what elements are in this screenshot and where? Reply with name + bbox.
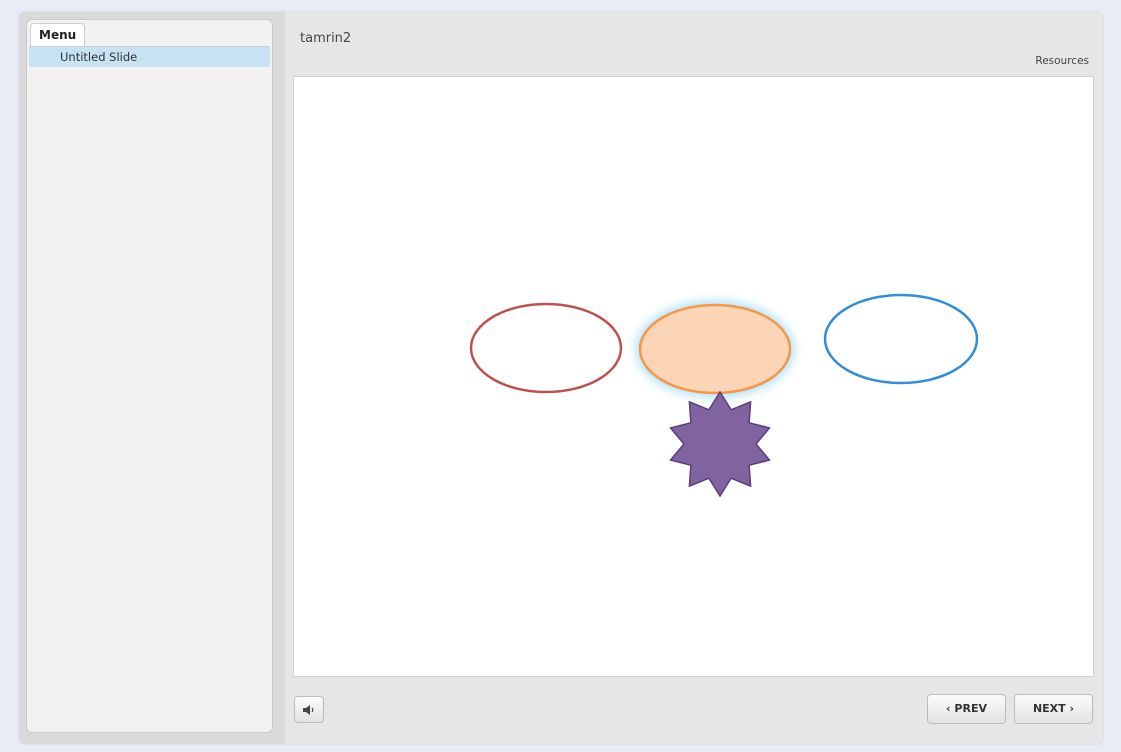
- chevron-left-icon: ‹: [946, 702, 951, 715]
- slide-shapes: [469, 293, 979, 498]
- slide-canvas: [293, 76, 1094, 677]
- course-title: tamrin2: [300, 31, 352, 46]
- menu-tab[interactable]: Menu: [30, 23, 86, 46]
- resources-link[interactable]: Resources: [1035, 55, 1089, 67]
- main-panel: tamrin2 Resources ‹ PREV NEXT ›: [285, 12, 1103, 744]
- red-ellipse[interactable]: [469, 302, 623, 394]
- playback-bar: ‹ PREV NEXT ›: [285, 676, 1103, 744]
- prev-button[interactable]: ‹ PREV: [927, 694, 1006, 724]
- purple-star[interactable]: [669, 390, 771, 498]
- speaker-icon: [303, 705, 314, 715]
- orange-ellipse[interactable]: [638, 303, 792, 395]
- menu-list: Untitled Slide: [29, 46, 270, 67]
- sidebar: Menu Untitled Slide: [26, 19, 273, 733]
- chevron-right-icon: ›: [1069, 702, 1075, 715]
- next-button[interactable]: NEXT ›: [1014, 694, 1093, 724]
- player-frame: Menu Untitled Slide tamrin2 Resources ‹ …: [19, 12, 1103, 744]
- next-label: NEXT: [1032, 702, 1066, 715]
- menu-item-untitled-slide[interactable]: Untitled Slide: [29, 47, 270, 67]
- blue-ellipse[interactable]: [823, 293, 979, 385]
- audio-button[interactable]: [294, 696, 324, 723]
- prev-label: PREV: [954, 702, 987, 715]
